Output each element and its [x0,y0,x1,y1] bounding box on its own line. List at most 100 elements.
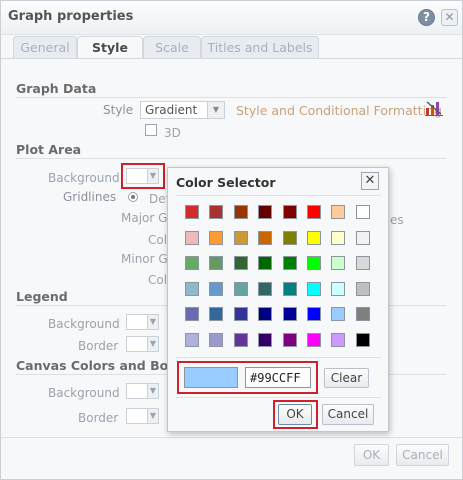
color-swatch[interactable] [233,230,248,245]
color-selector-popup: Color Selector ✕ Clear OK Cancel [167,167,389,432]
hex-color-input[interactable] [245,367,311,388]
color-swatch[interactable] [331,230,346,245]
section-canvas-colors: Canvas Colors and Borde [16,358,192,373]
popup-divider [176,357,381,358]
color-swatch[interactable] [185,307,199,322]
ok-button[interactable]: OK [278,404,312,425]
tab-titles-and-labels[interactable]: Titles and Labels [201,36,319,58]
dialog-titlebar: Graph properties ? ✕ [1,1,462,35]
tab-style[interactable]: Style [77,36,143,59]
color-swatch[interactable] [355,281,370,296]
cancel-button[interactable]: Cancel [322,404,374,425]
color-swatch[interactable] [258,205,273,219]
3d-checkbox[interactable] [145,124,157,136]
color-swatch[interactable] [233,333,248,347]
color-swatch[interactable] [282,256,297,271]
legend-border-label: Border [78,339,119,353]
color-swatch[interactable] [185,333,199,347]
color-swatch[interactable] [331,281,346,296]
color-swatch[interactable] [209,333,224,347]
color-swatch[interactable] [307,256,321,271]
canvas-background-swatch[interactable] [126,383,148,399]
plot-background-label: Background [48,171,120,185]
color-swatch[interactable] [185,230,199,245]
dialog-ok-button[interactable]: OK [354,444,389,466]
color-swatch[interactable] [331,205,346,219]
color-selector-title: Color Selector [176,175,276,190]
help-icon[interactable]: ? [418,9,435,26]
legend-background-swatch[interactable] [126,314,148,330]
tab-scale[interactable]: Scale [143,36,201,58]
major-gridlines-label: Major Gr [121,211,173,225]
color-swatch[interactable] [233,256,248,271]
color-swatch[interactable] [185,281,199,296]
color-swatch[interactable] [185,256,199,271]
style-label: Style [103,103,134,117]
color-swatch[interactable] [307,333,321,347]
color-swatch[interactable] [209,230,224,245]
color-swatch[interactable] [307,307,321,322]
legend-border-swatch[interactable] [126,336,148,352]
plot-background-swatch[interactable] [126,168,148,184]
style-select-value: Gradient [145,103,198,117]
popup-divider [176,195,381,196]
dialog-cancel-button[interactable]: Cancel [396,444,449,466]
color-swatch[interactable] [233,281,248,296]
close-icon[interactable]: ✕ [361,172,379,190]
color-swatch[interactable] [282,333,297,347]
color-swatch[interactable] [282,281,297,296]
color-swatch[interactable] [258,230,273,245]
3d-label: 3D [164,126,181,140]
default-radio[interactable] [128,192,138,202]
color-swatch[interactable] [233,307,248,322]
color-swatch[interactable] [355,205,370,219]
section-legend: Legend [16,289,68,304]
color-swatch[interactable] [209,205,224,219]
color-swatch[interactable] [258,333,273,347]
color-swatch[interactable] [209,256,224,271]
color-swatch[interactable] [282,230,297,245]
color-swatch[interactable] [258,307,273,322]
color-swatch[interactable] [282,307,297,322]
color-swatch[interactable] [258,281,273,296]
legend-background-label: Background [48,317,120,331]
color-swatch[interactable] [209,281,224,296]
color-swatch[interactable] [331,307,346,322]
color-swatch[interactable] [307,281,321,296]
color-swatch[interactable] [355,307,370,322]
current-color-preview [184,367,238,388]
canvas-border-label: Border [78,411,119,425]
color-swatch[interactable] [355,256,370,271]
tab-general[interactable]: General [13,36,77,58]
footer-divider [1,437,462,438]
color-swatch[interactable] [331,333,346,347]
chart-settings-icon[interactable] [425,100,443,116]
section-plot-area: Plot Area [16,142,82,157]
tab-divider [1,58,462,59]
color-swatch[interactable] [307,205,321,219]
chevron-down-icon[interactable]: ▼ [148,408,159,424]
chevron-down-icon[interactable]: ▼ [148,168,159,184]
color-swatch[interactable] [233,205,248,219]
close-icon[interactable]: ✕ [441,9,458,26]
canvas-border-swatch[interactable] [126,408,148,424]
chevron-down-icon[interactable]: ▼ [148,383,159,399]
gridlines-label: Gridlines [63,190,117,204]
color-swatch[interactable] [258,256,273,271]
color-swatch[interactable] [331,256,346,271]
color-swatch[interactable] [355,333,370,347]
style-select[interactable]: Gradient ▼ [140,101,225,119]
color-swatch[interactable] [185,205,199,219]
obscured-label-fragment: es [390,213,404,227]
style-conditional-formatting-link[interactable]: Style and Conditional Formatting [236,103,442,118]
chevron-down-icon: ▼ [207,102,224,118]
chevron-down-icon[interactable]: ▼ [148,336,159,352]
dialog-title: Graph properties [8,9,134,24]
chevron-down-icon[interactable]: ▼ [148,314,159,330]
canvas-background-label: Background [48,386,120,400]
color-swatch[interactable] [307,230,321,245]
color-swatch[interactable] [282,205,297,219]
color-swatch[interactable] [209,307,224,322]
color-swatch[interactable] [355,230,370,245]
clear-button[interactable]: Clear [324,368,369,388]
